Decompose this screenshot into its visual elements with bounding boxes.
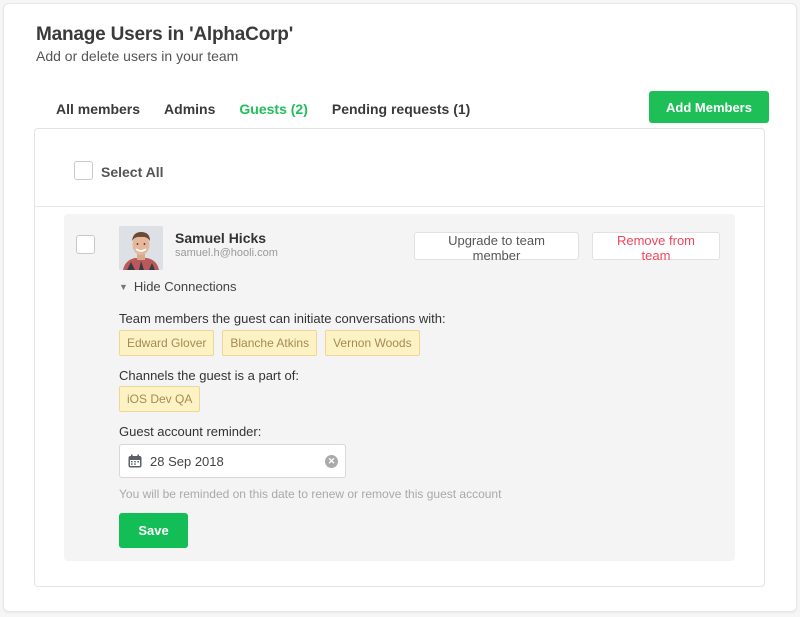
user-card: Samuel Hicks samuel.h@hooli.com Upgrade …	[64, 214, 735, 561]
user-email: samuel.h@hooli.com	[175, 247, 278, 259]
channel-chips: iOS Dev QA	[119, 386, 208, 412]
page-title: Manage Users in 'AlphaCorp'	[36, 24, 294, 45]
team-members-label: Team members the guest can initiate conv…	[119, 311, 446, 326]
avatar	[119, 226, 163, 270]
guest-list-panel: Select All Samuel Hicks samuel.h@hooli.c…	[34, 128, 765, 587]
reminder-label: Guest account reminder:	[119, 424, 262, 439]
team-member-chip[interactable]: Edward Glover	[119, 330, 215, 356]
select-all-label: Select All	[101, 164, 164, 180]
channel-chip[interactable]: iOS Dev QA	[119, 386, 201, 412]
remove-from-team-button[interactable]: Remove from team	[592, 232, 720, 263]
hide-connections-label: Hide Connections	[133, 279, 237, 294]
page-subtitle: Add or delete users in your team	[36, 48, 239, 64]
user-name: Samuel Hicks	[175, 230, 267, 246]
channels-label: Channels the guest is a part of:	[119, 368, 299, 383]
calendar-icon	[128, 454, 142, 468]
select-all-row: Select All	[35, 129, 764, 207]
reminder-date-value: 28 Sep 2018	[150, 453, 224, 469]
reminder-date-input[interactable]: 28 Sep 2018 ✕	[119, 444, 346, 478]
save-button[interactable]: Save	[119, 513, 188, 548]
add-members-button[interactable]: Add Members	[649, 91, 769, 123]
team-member-chip[interactable]: Blanche Atkins	[222, 330, 318, 356]
team-member-chips: Edward Glover Blanche Atkins Vernon Wood…	[119, 330, 428, 356]
triangle-down-icon: ▼	[119, 281, 128, 292]
team-member-chip[interactable]: Vernon Woods	[325, 330, 420, 356]
upgrade-to-team-member-button[interactable]: Upgrade to team member	[414, 232, 579, 263]
hide-connections-toggle[interactable]: ▼ Hide Connections	[119, 279, 237, 294]
clear-date-icon[interactable]: ✕	[325, 455, 338, 468]
select-all-checkbox[interactable]	[74, 161, 93, 180]
user-select-checkbox[interactable]	[76, 235, 95, 254]
avatar-photo-icon	[119, 226, 163, 270]
reminder-hint: You will be reminded on this date to ren…	[119, 487, 502, 501]
